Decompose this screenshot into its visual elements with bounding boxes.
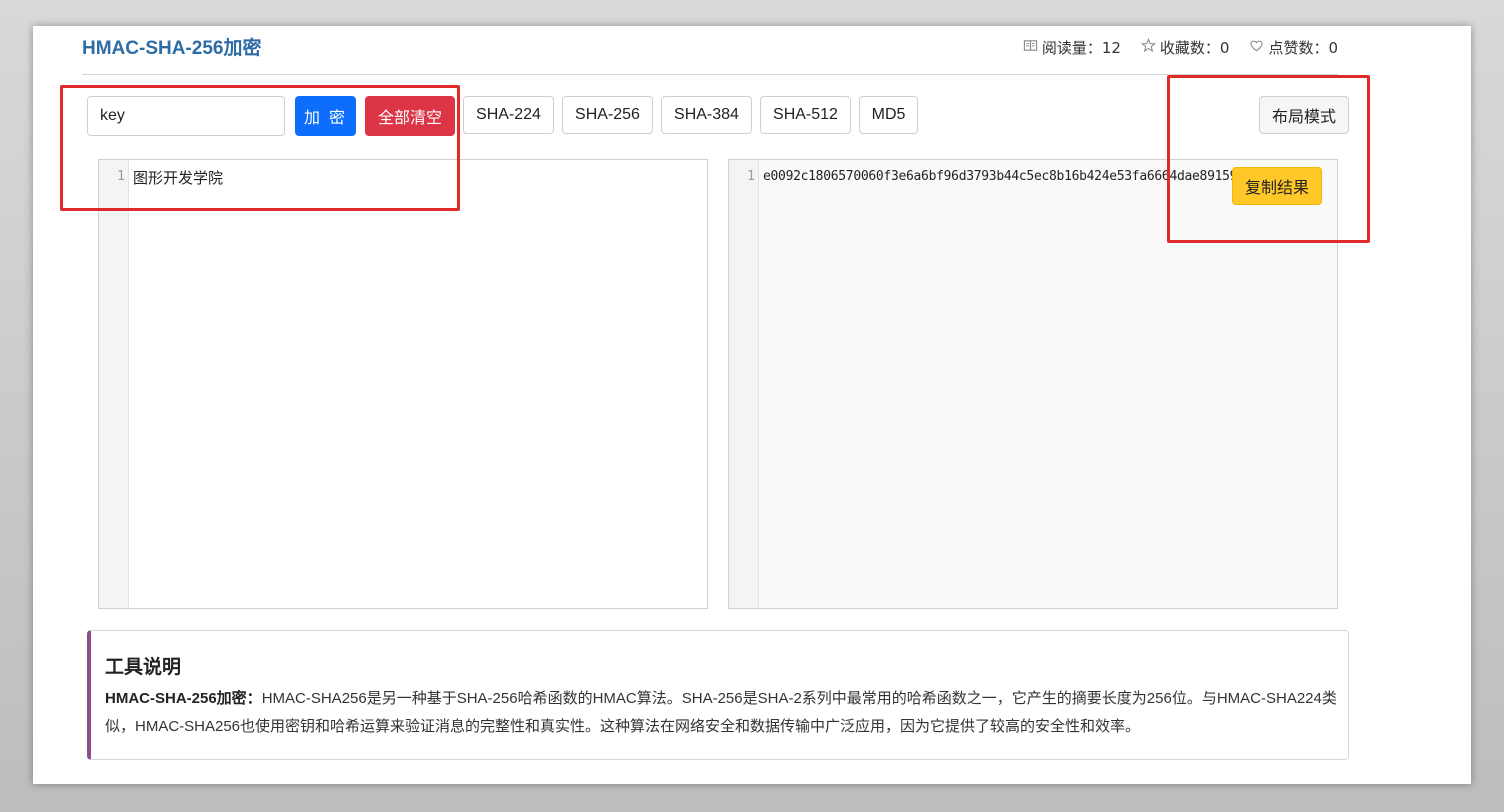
sha-512-button[interactable]: SHA-512 <box>760 96 851 134</box>
copy-result-button[interactable]: 复制结果 <box>1232 167 1322 205</box>
input-text[interactable]: 图形开发学院 <box>133 167 223 188</box>
description-body: HMAC-SHA-256加密：HMAC-SHA256是另一种基于SHA-256哈… <box>105 685 1340 741</box>
sha-224-button[interactable]: SHA-224 <box>463 96 554 134</box>
star-icon[interactable] <box>1140 38 1156 57</box>
output-editor[interactable]: 1 e0092c1806570060f3e6a6bf96d3793b44c5ec… <box>728 159 1338 609</box>
sha-256-button[interactable]: SHA-256 <box>562 96 653 134</box>
description-lead: HMAC-SHA-256加密： <box>105 690 262 707</box>
output-hash-text[interactable]: e0092c1806570060f3e6a6bf96d3793b44c5ec8b… <box>763 169 1245 184</box>
tool-description: 工具说明 HMAC-SHA-256加密：HMAC-SHA256是另一种基于SHA… <box>87 630 1349 760</box>
book-icon <box>1023 38 1038 57</box>
clear-all-button[interactable]: 全部清空 <box>365 96 455 136</box>
favorite-count-label: 收藏数：0 <box>1159 39 1230 57</box>
input-editor[interactable]: 1 图形开发学院 <box>98 159 708 609</box>
read-count-label: 阅读量：12 <box>1041 39 1121 57</box>
header-divider <box>82 74 1338 75</box>
output-gutter: 1 <box>729 160 759 608</box>
like-count-label: 点赞数：0 <box>1268 39 1338 57</box>
page-title: HMAC-SHA-256加密 <box>82 38 262 59</box>
layout-mode-button[interactable]: 布局模式 <box>1259 96 1349 134</box>
sha-384-button[interactable]: SHA-384 <box>661 96 752 134</box>
description-title: 工具说明 <box>105 656 182 678</box>
read-count: 阅读量：12 <box>1023 37 1121 58</box>
page-stats: 阅读量：12 收藏数：0 点赞数：0 <box>1023 37 1338 58</box>
like-count[interactable]: 点赞数：0 <box>1249 37 1338 58</box>
output-line-number: 1 <box>747 169 755 184</box>
favorite-count[interactable]: 收藏数：0 <box>1140 37 1230 58</box>
input-line-number: 1 <box>117 169 125 184</box>
tool-page: HMAC-SHA-256加密 阅读量：12 收藏数：0 点赞数：0 加 密 全部… <box>33 26 1471 784</box>
description-text: HMAC-SHA256是另一种基于SHA-256哈希函数的HMAC算法。SHA-… <box>105 690 1337 735</box>
md5-button[interactable]: MD5 <box>859 96 918 134</box>
key-input[interactable] <box>87 96 285 136</box>
input-gutter: 1 <box>99 160 129 608</box>
heart-icon[interactable] <box>1249 38 1264 57</box>
encrypt-button[interactable]: 加 密 <box>295 96 356 136</box>
